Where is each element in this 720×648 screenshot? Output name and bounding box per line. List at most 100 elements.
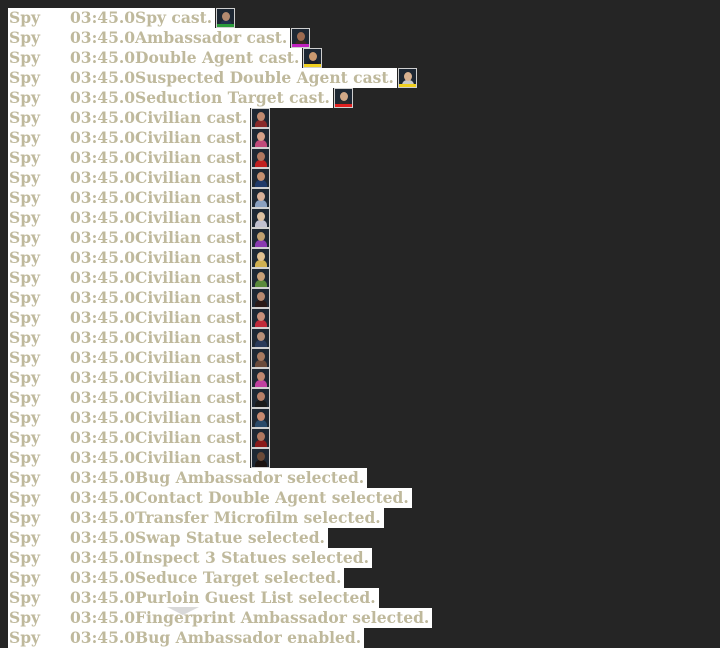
log-timestamp: 03:45.0 <box>70 188 136 207</box>
log-role: Spy <box>9 548 41 567</box>
log-row: Spy 03:45.0 Civilian cast. <box>8 348 432 368</box>
log-row-text: Spy 03:45.0 Civilian cast. <box>8 408 251 428</box>
log-timestamp: 03:45.0 <box>70 128 136 147</box>
log-role: Spy <box>9 108 41 127</box>
log-timestamp: 03:45.0 <box>70 308 136 327</box>
log-timestamp: 03:45.0 <box>70 608 136 627</box>
log-role: Spy <box>9 288 41 307</box>
log-message: Civilian cast. <box>135 188 248 207</box>
log-row-text: Spy 03:45.0 Civilian cast. <box>8 308 251 328</box>
log-row-text: Spy 03:45.0 Civilian cast. <box>8 128 251 148</box>
civilian-portrait-icon <box>251 408 271 428</box>
log-row-text: Spy 03:45.0 Ambassador cast. <box>8 28 291 48</box>
log-row: Spy 03:45.0 Civilian cast. <box>8 168 432 188</box>
log-row: Spy 03:45.0 Seduction Target cast. <box>8 88 432 108</box>
log-message: Civilian cast. <box>135 228 248 247</box>
civilian-portrait-icon <box>251 348 271 368</box>
log-message: Civilian cast. <box>135 288 248 307</box>
log-timestamp: 03:45.0 <box>70 588 136 607</box>
log-message: Ambassador cast. <box>135 28 288 47</box>
log-row-text: Spy 03:45.0 Civilian cast. <box>8 328 251 348</box>
civilian-portrait-icon <box>251 428 271 448</box>
log-row: Spy 03:45.0 Civilian cast. <box>8 268 432 288</box>
log-row: Spy 03:45.0 Contact Double Agent selected. <box>8 488 432 508</box>
log-timestamp: 03:45.0 <box>70 568 136 587</box>
log-row-text: Spy 03:45.0 Spy cast. <box>8 8 216 28</box>
log-row: Spy 03:45.0 Bug Ambassador selected. <box>8 468 432 488</box>
log-row: Spy 03:45.0 Civilian cast. <box>8 208 432 228</box>
log-message: Purloin Guest List selected. <box>135 588 376 607</box>
log-message: Civilian cast. <box>135 448 248 467</box>
seduction-target-portrait-icon <box>333 88 353 108</box>
log-row: Spy 03:45.0 Seduce Target selected. <box>8 568 432 588</box>
civilian-portrait-icon <box>251 328 271 348</box>
log-message: Civilian cast. <box>135 148 248 167</box>
civilian-portrait-icon <box>251 448 271 468</box>
log-message: Civilian cast. <box>135 168 248 187</box>
log-message: Civilian cast. <box>135 208 248 227</box>
log-timestamp: 03:45.0 <box>70 108 136 127</box>
log-row-text: Spy 03:45.0 Civilian cast. <box>8 348 251 368</box>
log-role: Spy <box>9 208 41 227</box>
log-row: Spy 03:45.0 Civilian cast. <box>8 408 432 428</box>
log-timestamp: 03:45.0 <box>70 248 136 267</box>
log-role: Spy <box>9 128 41 147</box>
event-log: Spy 03:45.0 Spy cast. Spy 03:45.0 Ambassador … <box>8 8 433 648</box>
log-row-text: Spy 03:45.0 Civilian cast. <box>8 188 251 208</box>
log-row: Spy 03:45.0 Spy cast. <box>8 8 432 28</box>
log-row-text: Spy 03:45.0 Civilian cast. <box>8 448 251 468</box>
log-role: Spy <box>9 148 41 167</box>
log-row-text: Spy 03:45.0 Civilian cast. <box>8 228 251 248</box>
log-message: Double Agent cast. <box>135 48 300 67</box>
log-row: Spy 03:45.0 Transfer Microfilm selected. <box>8 508 432 528</box>
log-row-text: Spy 03:45.0 Civilian cast. <box>8 248 251 268</box>
log-row-text: Spy 03:45.0 Double Agent cast. <box>8 48 303 68</box>
log-timestamp: 03:45.0 <box>70 448 136 467</box>
log-row: Spy 03:45.0 Bug Ambassador enabled. <box>8 628 432 648</box>
log-row: Spy 03:45.0 Fingerprint Ambassador selecte… <box>8 608 433 628</box>
civilian-portrait-icon <box>251 128 271 148</box>
log-timestamp: 03:45.0 <box>70 168 136 187</box>
log-message: Spy cast. <box>135 8 213 27</box>
log-role: Spy <box>9 8 41 27</box>
log-timestamp: 03:45.0 <box>70 268 136 287</box>
log-timestamp: 03:45.0 <box>70 528 136 547</box>
log-role: Spy <box>9 28 41 47</box>
log-role: Spy <box>9 588 41 607</box>
log-timestamp: 03:45.0 <box>70 288 136 307</box>
log-role: Spy <box>9 248 41 267</box>
log-role: Spy <box>9 328 41 347</box>
log-role: Spy <box>9 428 41 447</box>
scroll-down-arrow-icon[interactable] <box>167 607 199 615</box>
civilian-portrait-icon <box>251 208 271 228</box>
spy-portrait-icon <box>216 8 236 28</box>
suspected-double-agent-portrait-icon <box>397 68 417 88</box>
log-message: Civilian cast. <box>135 268 248 287</box>
log-message: Bug Ambassador enabled. <box>135 628 362 647</box>
log-timestamp: 03:45.0 <box>70 368 136 387</box>
log-row: Spy 03:45.0 Civilian cast. <box>8 388 432 408</box>
civilian-portrait-icon <box>251 148 271 168</box>
log-row-text: Spy 03:45.0 Transfer Microfilm selected. <box>8 508 384 528</box>
log-row: Spy 03:45.0 Purloin Guest List selected. <box>8 588 432 608</box>
civilian-portrait-icon <box>251 388 271 408</box>
log-role: Spy <box>9 468 41 487</box>
log-role: Spy <box>9 168 41 187</box>
log-row: Spy 03:45.0 Civilian cast. <box>8 108 432 128</box>
log-row: Spy 03:45.0 Civilian cast. <box>8 328 432 348</box>
civilian-portrait-icon <box>251 308 271 328</box>
log-timestamp: 03:45.0 <box>70 548 136 567</box>
log-row: Spy 03:45.0 Suspected Double Agent cast. <box>8 68 432 88</box>
log-row: Spy 03:45.0 Civilian cast. <box>8 248 432 268</box>
log-timestamp: 03:45.0 <box>70 428 136 447</box>
log-role: Spy <box>9 568 41 587</box>
log-role: Spy <box>9 348 41 367</box>
log-row-text: Spy 03:45.0 Civilian cast. <box>8 268 251 288</box>
log-row: Spy 03:45.0 Double Agent cast. <box>8 48 432 68</box>
log-row-text: Spy 03:45.0 Contact Double Agent selected. <box>8 488 412 508</box>
log-row: Spy 03:45.0 Civilian cast. <box>8 288 432 308</box>
log-role: Spy <box>9 68 41 87</box>
log-timestamp: 03:45.0 <box>70 88 136 107</box>
civilian-portrait-icon <box>251 228 271 248</box>
log-row: Spy 03:45.0 Ambassador cast. <box>8 28 432 48</box>
